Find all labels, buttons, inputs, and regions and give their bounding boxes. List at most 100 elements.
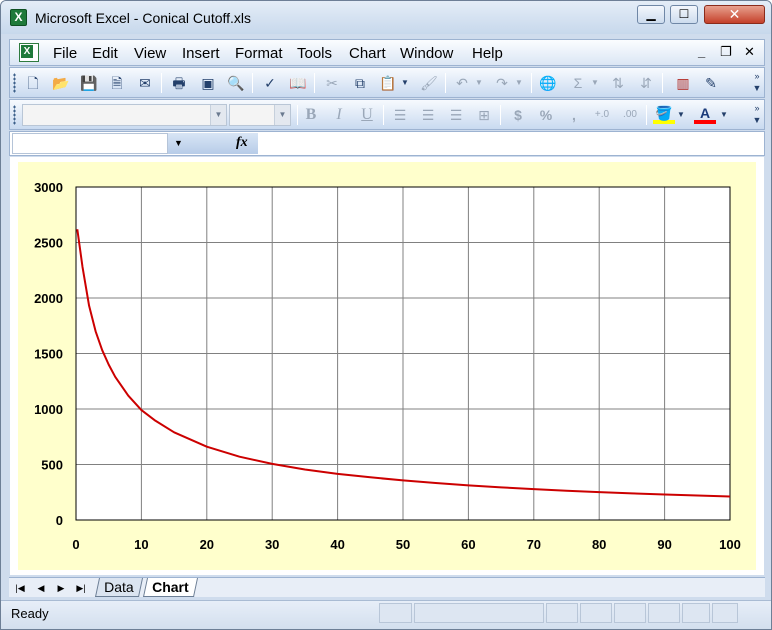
print-icon[interactable]: 🖶 xyxy=(168,72,190,94)
research-icon[interactable]: 📖 xyxy=(287,72,309,94)
permission-icon[interactable]: 🗎 xyxy=(106,72,128,94)
toolbar-grip[interactable] xyxy=(13,105,16,125)
separator xyxy=(314,73,315,93)
hyperlink-icon[interactable]: 🌐 xyxy=(537,72,559,94)
sheet-tab-data[interactable]: Data xyxy=(94,578,143,597)
font-color-dropdown-icon[interactable]: ▼ xyxy=(718,104,730,126)
align-center-icon[interactable]: ☰ xyxy=(417,104,439,126)
fill-color-dropdown-icon[interactable]: ▼ xyxy=(675,104,687,126)
separator xyxy=(383,105,384,125)
percent-icon[interactable]: % xyxy=(535,104,557,126)
insert-function-icon[interactable]: fx xyxy=(236,135,248,151)
menu-tools[interactable]: Tools xyxy=(297,45,332,62)
drawing-icon[interactable]: ✎ xyxy=(700,72,722,94)
decrease-decimal-icon[interactable]: .00 xyxy=(619,104,641,126)
undo-icon[interactable]: ↶ xyxy=(451,72,473,94)
fill-color-icon[interactable]: 🪣 xyxy=(653,104,675,124)
x-tick-label: 100 xyxy=(719,537,741,552)
format-painter-icon[interactable]: 🖌 xyxy=(418,72,440,94)
y-tick-label: 0 xyxy=(56,513,63,528)
y-tick-label: 1500 xyxy=(34,347,63,362)
menu-view[interactable]: View xyxy=(134,45,166,62)
toolbar-grip[interactable] xyxy=(13,73,16,93)
font-name-combo[interactable]: ▼ xyxy=(22,104,227,126)
x-tick-label: 40 xyxy=(330,537,344,552)
paste-dropdown-icon[interactable]: ▼ xyxy=(399,72,411,94)
autosum-icon[interactable]: Σ xyxy=(567,72,589,94)
open-icon[interactable]: 📂 xyxy=(50,72,72,94)
redo-icon[interactable]: ↷ xyxy=(491,72,513,94)
menu-chart[interactable]: Chart xyxy=(349,45,386,62)
copy-icon[interactable]: ⧉ xyxy=(349,72,371,94)
prev-sheet-icon[interactable]: ◀ xyxy=(33,580,49,596)
comma-style-icon[interactable]: , xyxy=(563,104,585,126)
currency-icon[interactable]: $ xyxy=(507,104,529,126)
menu-insert[interactable]: Insert xyxy=(182,45,220,62)
redo-dropdown-icon[interactable]: ▼ xyxy=(513,72,525,94)
cut-icon[interactable]: ✂ xyxy=(321,72,343,94)
chart-sheet: 0 10 20 30 40 50 60 70 80 90 100 0 500 1000 1500 2000 25… xyxy=(10,157,764,575)
menu-edit[interactable]: Edit xyxy=(92,45,118,62)
status-panel xyxy=(580,603,612,623)
name-box[interactable] xyxy=(12,133,168,154)
font-size-combo[interactable]: ▼ xyxy=(229,104,291,126)
undo-dropdown-icon[interactable]: ▼ xyxy=(473,72,485,94)
next-sheet-icon[interactable]: ▶ xyxy=(53,580,69,596)
standard-toolbar: 🗋 📂 💾 🗎 ✉ 🖶 ▣ 🔍 ✓ 📖 ✂ ⧉ 📋 ▼ 🖌 ↶ ▼ ↷ ▼ 🌐 … xyxy=(9,67,765,98)
chevron-down-icon[interactable]: ▼ xyxy=(274,105,290,125)
increase-decimal-icon[interactable]: +.0 xyxy=(591,104,613,126)
chart-area[interactable]: 0 10 20 30 40 50 60 70 80 90 100 0 500 1000 1500 2000 25… xyxy=(18,162,756,570)
x-tick-label: 60 xyxy=(461,537,475,552)
first-sheet-icon[interactable]: |◀ xyxy=(12,580,28,596)
autosum-dropdown-icon[interactable]: ▼ xyxy=(589,72,601,94)
x-tick-label: 90 xyxy=(657,537,671,552)
close-button[interactable]: ✕ xyxy=(704,5,765,24)
doc-close-button[interactable]: ✕ xyxy=(744,44,755,60)
merge-center-icon[interactable]: ⊞ xyxy=(473,104,495,126)
line-chart[interactable]: 0 10 20 30 40 50 60 70 80 90 100050010001500200025… xyxy=(18,162,756,570)
doc-restore-button[interactable]: ❐ xyxy=(720,44,732,60)
new-icon[interactable]: 🗋 xyxy=(22,72,44,94)
x-tick-label: 80 xyxy=(592,537,606,552)
last-sheet-icon[interactable]: ▶| xyxy=(73,580,89,596)
menu-file[interactable]: File xyxy=(53,45,77,62)
align-right-icon[interactable]: ☰ xyxy=(445,104,467,126)
paste-icon[interactable]: 📋 xyxy=(377,72,399,94)
window-title: Microsoft Excel - Conical Cutoff.xls xyxy=(35,10,252,26)
status-panel xyxy=(648,603,680,623)
print-preview-icon[interactable]: 🔍 xyxy=(225,72,247,94)
sheet-tab-label: Chart xyxy=(152,579,189,595)
separator xyxy=(531,73,532,93)
workbook-icon[interactable] xyxy=(19,43,39,62)
separator xyxy=(445,73,446,93)
separator xyxy=(500,105,501,125)
x-tick-label: 0 xyxy=(72,537,79,552)
separator xyxy=(161,73,162,93)
email-icon[interactable]: ✉ xyxy=(134,72,156,94)
minimize-button[interactable]: ▁ xyxy=(637,5,665,24)
menu-help[interactable]: Help xyxy=(472,45,503,62)
y-tick-label: 2000 xyxy=(34,291,63,306)
sort-descending-icon[interactable]: ⇵ xyxy=(635,72,657,94)
bold-button[interactable]: B xyxy=(300,104,322,126)
menu-window[interactable]: Window xyxy=(400,45,453,62)
doc-minimize-button[interactable]: _ xyxy=(698,44,705,59)
menu-format[interactable]: Format xyxy=(235,45,283,62)
sort-ascending-icon[interactable]: ⇅ xyxy=(607,72,629,94)
save-icon[interactable]: 💾 xyxy=(78,72,100,94)
italic-button[interactable]: I xyxy=(328,104,350,126)
status-panel xyxy=(712,603,738,623)
toolbar-options-icon[interactable]: » ▼ xyxy=(752,102,762,128)
spelling-icon[interactable]: ✓ xyxy=(259,72,281,94)
chart-wizard-icon[interactable]: ▥ xyxy=(672,72,694,94)
x-tick-label: 50 xyxy=(396,537,410,552)
chevron-down-icon[interactable]: ▼ xyxy=(210,105,226,125)
align-left-icon[interactable]: ☰ xyxy=(389,104,411,126)
pdf-icon[interactable]: ▣ xyxy=(197,72,219,94)
sheet-tab-chart[interactable]: Chart xyxy=(142,578,198,597)
underline-button[interactable]: U xyxy=(356,104,378,126)
toolbar-options-icon[interactable]: » ▼ xyxy=(752,70,762,96)
excel-app-icon[interactable]: X xyxy=(10,9,27,26)
font-color-icon[interactable]: A xyxy=(694,104,716,124)
maximize-button[interactable]: ☐ xyxy=(670,5,698,24)
